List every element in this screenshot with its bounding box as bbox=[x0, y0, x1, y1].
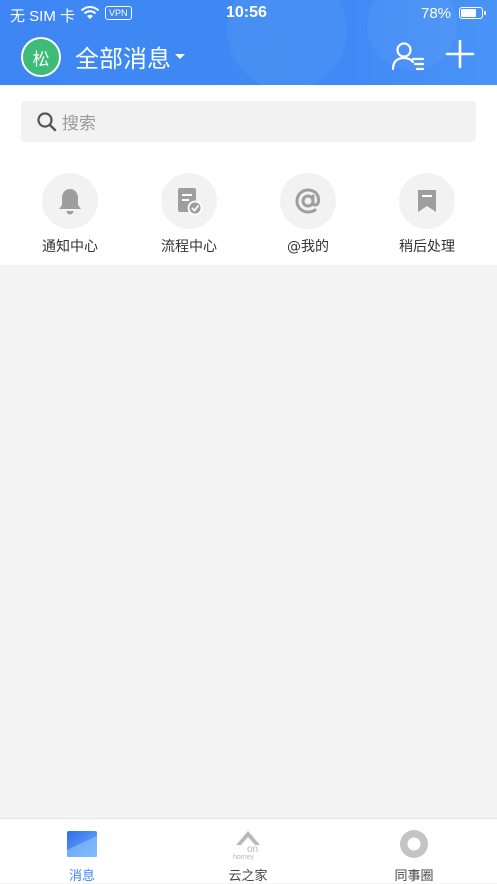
yunzhijia-icon: on homey bbox=[233, 831, 260, 860]
caret-down-icon bbox=[175, 54, 185, 59]
shortcut-icon-bg bbox=[161, 173, 217, 229]
approval-doc-icon bbox=[178, 188, 203, 216]
wifi-icon bbox=[80, 5, 100, 25]
header-bar: 无 SIM 卡 VPN 10:56 78% 松 全部消息 bbox=[0, 0, 497, 85]
tab-label: 消息 bbox=[68, 869, 95, 884]
tab-messages[interactable]: 消息 bbox=[22, 819, 142, 884]
status-time: 10:56 bbox=[226, 4, 267, 21]
shortcut-label: 稍后处理 bbox=[399, 239, 455, 255]
tab-label: 云之家 bbox=[228, 869, 268, 884]
shortcut-later[interactable]: 稍后处理 bbox=[377, 173, 477, 256]
tab-label: 同事圈 bbox=[394, 869, 434, 884]
shortcut-mentions[interactable]: @我的 bbox=[258, 173, 358, 256]
carrier-label: 无 SIM 卡 bbox=[10, 8, 76, 25]
tab-colleague-circle[interactable]: 同事圈 bbox=[354, 819, 474, 884]
shortcut-icon-bg bbox=[42, 173, 98, 229]
shortcut-label: @我的 bbox=[287, 239, 329, 255]
contacts-button[interactable] bbox=[390, 40, 426, 72]
add-button[interactable] bbox=[444, 38, 476, 70]
battery-icon bbox=[459, 7, 486, 19]
shortcut-icon-bg bbox=[280, 173, 336, 229]
contacts-icon bbox=[391, 42, 425, 71]
status-bar: 无 SIM 卡 VPN 10:56 78% bbox=[0, 0, 497, 28]
shortcut-icon-bg bbox=[399, 173, 455, 229]
search-placeholder: 搜索 bbox=[62, 114, 96, 134]
search-input[interactable]: 搜索 bbox=[21, 101, 476, 142]
top-panel: 搜索 通知中心 流程中心 @我的 稍后处理 bbox=[0, 85, 497, 265]
shortcut-label: 流程中心 bbox=[161, 239, 217, 255]
shortcut-notification-center[interactable]: 通知中心 bbox=[20, 173, 120, 256]
bottom-tab-bar: 消息 on homey 云之家 同事圈 bbox=[0, 818, 497, 884]
search-icon bbox=[37, 111, 57, 131]
battery-percent: 78% bbox=[421, 5, 452, 22]
shortcut-label: 通知中心 bbox=[42, 239, 98, 255]
tab-yunzhijia[interactable]: on homey 云之家 bbox=[188, 819, 308, 884]
vpn-badge: VPN bbox=[105, 6, 132, 20]
bookmark-icon bbox=[418, 190, 436, 212]
battery-fill bbox=[461, 9, 476, 17]
message-filter-dropdown[interactable]: 全部消息 bbox=[75, 39, 185, 74]
at-icon bbox=[295, 188, 321, 214]
yunzhijia-icon-subtext: homey bbox=[233, 854, 255, 860]
battery-cap bbox=[484, 11, 486, 15]
shortcut-workflow-center[interactable]: 流程中心 bbox=[139, 173, 239, 256]
plus-icon bbox=[445, 39, 475, 69]
message-icon bbox=[67, 831, 97, 857]
page-title: 全部消息 bbox=[75, 45, 171, 73]
colleague-circle-icon bbox=[400, 830, 428, 858]
bell-icon bbox=[59, 189, 81, 215]
avatar[interactable]: 松 bbox=[21, 37, 61, 77]
